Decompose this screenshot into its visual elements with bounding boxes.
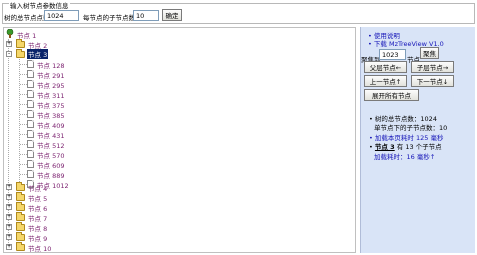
tree-connector [20,124,27,125]
params-legend: 输入树节点参数信息 [9,0,70,10]
folder-icon [16,232,25,241]
document-icon [27,120,34,128]
tree-connector [20,144,27,145]
folder-icon [16,222,25,231]
tree-child-item[interactable]: 节点 609 [4,159,94,170]
side-panel: • 使用说明 • 下载 MzTreeView V1.0 聚焦到 节点 聚焦 父层… [360,27,475,253]
info-children: 单节点下的子节点数：10 [374,124,448,132]
tree-connector [20,94,27,95]
next-node-button[interactable]: 下一节点↓ [411,75,454,87]
tree-connector [20,134,27,135]
root-icon [6,29,14,38]
tree-child-item[interactable]: 节点 889 [4,169,94,180]
expand-icon[interactable]: + [6,244,12,250]
tree-item-node-3[interactable]: - 节点 3 [6,49,66,59]
folder-icon [16,182,25,191]
tree-item[interactable]: + 节点 6 [6,202,66,213]
document-icon [27,100,34,108]
document-icon [27,70,34,78]
prev-node-button[interactable]: 上一节点↑ [364,75,407,87]
expand-icon[interactable]: + [6,194,12,200]
tree-item[interactable]: + 节点 5 [6,192,66,203]
folder-icon [16,39,25,48]
info-child-load-time: 加载耗时：16 毫秒↑ [374,153,436,161]
info-selected-node: 节点 3 [374,143,395,151]
tree-child-item[interactable]: 节点 570 [4,149,94,160]
tree-connector [20,84,27,85]
parent-node-button[interactable]: 父层节点← [364,61,407,73]
tree-item[interactable]: + 节点 10 [6,242,66,252]
document-icon [27,130,34,138]
tree-connector [20,164,27,165]
confirm-button[interactable]: 确定 [162,9,182,21]
collapse-icon[interactable]: - [6,51,12,57]
child-nodes-input[interactable] [133,10,159,21]
expand-all-button[interactable]: 展开所有节点 [364,89,419,101]
open-folder-icon [16,49,25,58]
expand-icon[interactable]: + [6,204,12,210]
tree-child-item[interactable]: 节点 512 [4,139,94,150]
tree-item-label-selected: 节点 3 [27,49,49,59]
child-node-button[interactable]: 子层节点→ [411,61,454,73]
tree-connector [20,74,27,75]
folder-icon [16,202,25,211]
tree-item[interactable]: + 节点 9 [6,232,66,243]
expand-icon[interactable]: + [6,41,12,47]
tree-connector [20,174,27,175]
tree-item[interactable]: + 节点 4 [6,182,66,193]
document-icon [27,80,34,88]
document-icon [27,140,34,148]
tree-connector [20,64,27,65]
folder-icon [16,212,25,221]
tree-item-node-2[interactable]: + 节点 2 [6,39,66,50]
tree-item[interactable]: + 节点 8 [6,222,66,233]
tree-item[interactable]: + 节点 7 [6,212,66,223]
tree-child-item[interactable]: 节点 385 [4,109,94,120]
expand-icon[interactable]: + [6,214,12,220]
tree-child-item[interactable]: 节点 409 [4,119,94,130]
tree-connector [20,154,27,155]
document-icon [27,110,34,118]
tree-child-item[interactable]: 节点 431 [4,129,94,140]
expand-icon[interactable]: + [6,234,12,240]
total-nodes-input[interactable] [44,10,79,21]
expand-icon[interactable]: + [6,224,12,230]
document-icon [27,90,34,98]
tree-child-item[interactable]: 节点 375 [4,99,94,110]
goto-input[interactable] [379,49,406,60]
document-icon [27,160,34,168]
info-selected: • 节点 3 有 13 个子节点 [369,143,442,151]
expand-icon[interactable]: + [6,184,12,190]
document-icon [27,150,34,158]
tree-child-item[interactable]: 节点 295 [4,79,94,90]
tree-connector [20,114,27,115]
document-icon [27,170,34,178]
folder-icon [16,242,25,251]
info-selected-count: 有 13 个子节点 [394,143,442,151]
tree-child-item[interactable]: 节点 311 [4,89,94,100]
document-icon [27,60,34,68]
tree-child-item[interactable]: 节点 291 [4,69,94,80]
tree-connector [20,104,27,105]
tree-child-item[interactable]: 节点 128 [4,59,94,70]
tree-view: 节点 1 + 节点 2 - 节点 3 节点 128 节点 291 节点 295 节点 … [3,27,356,253]
params-fieldset: 输入树节点参数信息 树的总节点点数： 每节点的子节点数： 确定 [2,0,475,24]
folder-icon [16,192,25,201]
focus-button[interactable]: 聚焦 [420,47,439,59]
tree-item-label: 节点 10 [28,245,52,253]
